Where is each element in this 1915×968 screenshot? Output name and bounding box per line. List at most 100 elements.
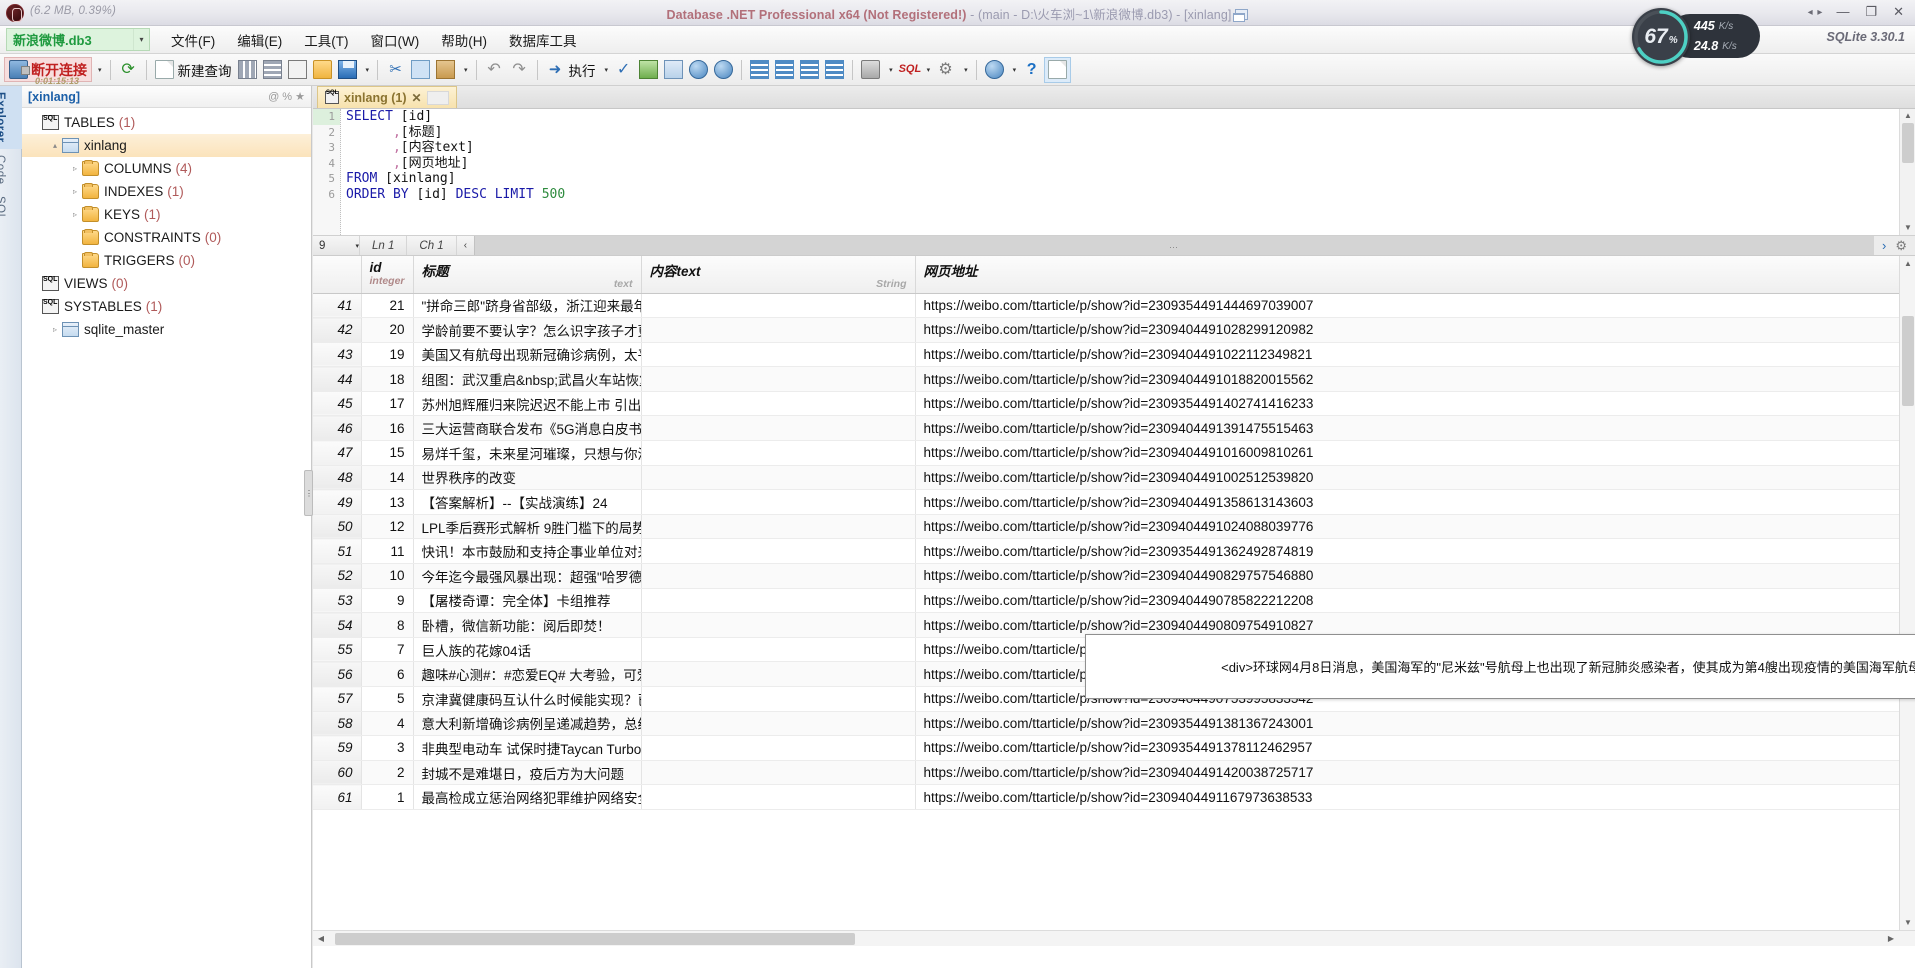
row-number-cell[interactable]: 57 [313, 686, 362, 712]
database-selector[interactable]: 新浪微博.db3 ▾ [6, 28, 150, 51]
cell-title[interactable]: 封城不是难堪日，疫后方为大问题 [413, 760, 642, 786]
tree-node-sqlite-master[interactable]: ▹ sqlite_master [22, 318, 311, 341]
tree-node-tables[interactable]: TABLES(1) [22, 111, 311, 134]
row-number-cell[interactable]: 43 [313, 342, 362, 368]
row-number-cell[interactable]: 55 [313, 637, 362, 663]
paste-dropdown[interactable]: ▾ [458, 57, 471, 83]
cell-url[interactable]: https://weibo.com/ttarticle/p/show?id=23… [915, 563, 1900, 589]
grid-header-title[interactable]: 标题 text [413, 256, 642, 294]
cell-title[interactable]: 苏州旭辉雁归来院迟迟不能上市 引出扑... [413, 391, 642, 417]
grid-header-id[interactable]: id integer [361, 256, 414, 294]
tree-node-views[interactable]: VIEWS(0) [22, 272, 311, 295]
execute-to-text-button[interactable] [686, 57, 711, 83]
cell-id[interactable]: 19 [361, 342, 414, 368]
cell-title[interactable]: 意大利新增确诊病例呈递减趋势，总统马... [413, 711, 642, 737]
check-syntax-button[interactable] [1044, 56, 1072, 83]
table-row[interactable]: 4319美国又有航母出现新冠确诊病例，太平洋... https://weibo.c… [313, 342, 1900, 368]
minimize-button[interactable]: — [1833, 3, 1852, 21]
table-row[interactable]: 4121"拼命三郎"跻身省部级，浙江迎来最年轻... https://weibo.… [313, 293, 1900, 319]
tree-node-triggers[interactable]: TRIGGERS (0) [22, 249, 311, 272]
print-button[interactable] [858, 57, 883, 83]
new-query-button[interactable]: 新建查询 [152, 57, 235, 83]
indent-button[interactable] [797, 57, 822, 83]
menu-edit[interactable]: 编辑(E) [226, 26, 293, 54]
cell-url[interactable]: https://weibo.com/ttarticle/p/show?id=23… [915, 538, 1900, 565]
grid-scroll-up-icon[interactable]: ▲ [1900, 256, 1915, 271]
grid-scroll-right-icon[interactable]: ▶ [1883, 931, 1899, 946]
cell-url[interactable]: https://weibo.com/ttarticle/p/show?id=23… [915, 342, 1900, 368]
cell-content[interactable] [641, 415, 916, 442]
editor-vertical-scrollbar[interactable]: ▲ ▼ [1899, 109, 1915, 235]
cell-title[interactable]: 易烊千玺，未来星河璀璨，只想与你温柔... [413, 440, 642, 466]
cut-button[interactable]: ✂ [383, 57, 408, 83]
cell-id[interactable]: 9 [361, 588, 414, 614]
row-number-cell[interactable]: 60 [313, 760, 362, 786]
execute-to-grid-button[interactable] [661, 57, 686, 83]
row-number-cell[interactable]: 54 [313, 612, 362, 638]
editor-expand-icon[interactable]: › [1882, 238, 1886, 253]
outdent-button[interactable] [822, 57, 847, 83]
grid-hscroll-thumb[interactable] [335, 933, 855, 945]
cell-content[interactable] [641, 760, 916, 786]
execute-button[interactable]: ➜ 执行 [543, 57, 599, 83]
refresh-button[interactable]: ⟳ [116, 57, 141, 83]
row-number-cell[interactable]: 51 [313, 538, 362, 565]
editor-zoom-selector[interactable]: 9 ▾ [313, 240, 359, 252]
cell-url[interactable]: https://weibo.com/ttarticle/p/show?id=23… [915, 760, 1900, 786]
cell-content[interactable] [641, 342, 916, 368]
scroll-up-icon[interactable]: ▲ [1900, 109, 1915, 123]
cell-url[interactable]: https://weibo.com/ttarticle/p/show?id=23… [915, 735, 1900, 761]
table-row[interactable]: 611最高检成立惩治网络犯罪维护网络安全研... https://weibo.co… [313, 784, 1900, 810]
cell-title[interactable]: 组图：武汉重启&nbsp;武昌火车站恢复对... [413, 366, 642, 392]
cell-title[interactable]: 三大运营商联合发布《5G消息白皮书》 [413, 415, 642, 442]
tree-node-constraints[interactable]: CONSTRAINTS (0) [22, 226, 311, 249]
table-row[interactable]: 59 3 非典型电动车 试保时捷Taycan Turbo S https://weib… [313, 735, 1900, 761]
split-columns-button[interactable] [235, 57, 260, 83]
cell-title[interactable]: 最高检成立惩治网络犯罪维护网络安全研... [413, 784, 642, 810]
paste-button[interactable] [433, 57, 458, 83]
row-number-cell[interactable]: 42 [313, 317, 362, 343]
cell-content[interactable] [641, 612, 916, 638]
tree-node-keys[interactable]: ▹ KEYS (1) [22, 203, 311, 226]
performance-widget[interactable]: ▲ 445 K/s ▼ 24.8 K/s 67 % [1632, 8, 1760, 66]
cell-id[interactable]: 16 [361, 415, 414, 442]
cell-content[interactable] [641, 440, 916, 466]
web-help-dropdown[interactable]: ▾ [1007, 57, 1020, 83]
validate-sql-button[interactable]: ✓ [611, 57, 636, 83]
cell-id[interactable]: 15 [361, 440, 414, 466]
table-row[interactable]: 4418组图：武汉重启&nbsp;武昌火车站恢复对... https://weib… [313, 366, 1900, 392]
cell-content[interactable] [641, 514, 916, 540]
row-number-cell[interactable]: 44 [313, 366, 362, 392]
cell-title[interactable]: 美国又有航母出现新冠确诊病例，太平洋... [413, 342, 642, 368]
cell-content[interactable] [641, 588, 916, 614]
cell-title[interactable]: LPL季后赛形式解析 9胜门槛下的局势变化 [413, 514, 642, 540]
cell-id[interactable]: 4 [361, 711, 414, 737]
grid-vertical-scrollbar[interactable]: ▲ ▼ [1899, 256, 1915, 946]
execute-to-file-button[interactable] [711, 57, 736, 83]
save-button[interactable] [335, 57, 360, 83]
row-number-cell[interactable]: 53 [313, 588, 362, 614]
split-rows-button[interactable] [260, 57, 285, 83]
chevron-down-icon[interactable]: ▾ [133, 29, 149, 50]
cell-url[interactable]: https://weibo.com/ttarticle/p/show?id=23… [915, 440, 1900, 466]
scroll-down-icon[interactable]: ▼ [1900, 221, 1915, 235]
cell-url[interactable]: https://weibo.com/ttarticle/p/show?id=23… [915, 391, 1900, 417]
table-row[interactable]: 4220学龄前要不要认字？怎么识字孩子才更有... https://weibo.c… [313, 317, 1900, 343]
grid-header-url[interactable]: 网页地址 [915, 256, 1900, 294]
menu-help[interactable]: 帮助(H) [430, 26, 498, 54]
row-number-cell[interactable]: 56 [313, 661, 362, 687]
cell-title[interactable]: 快讯！本市鼓励和支持企事业单位对来自... [413, 538, 642, 565]
tree-twisty-icon[interactable]: ▹ [68, 210, 82, 219]
grid-view-button[interactable] [285, 57, 310, 83]
row-number-cell[interactable]: 52 [313, 563, 362, 589]
tree-node-columns[interactable]: ▹ COLUMNS (4) [22, 157, 311, 180]
cell-url[interactable]: https://weibo.com/ttarticle/p/show?id=23… [915, 293, 1900, 319]
editor-tab-xinlang[interactable]: xinlang (1) ✕ [317, 86, 457, 108]
cell-url[interactable]: https://weibo.com/ttarticle/p/show?id=23… [915, 366, 1900, 392]
cell-id[interactable]: 5 [361, 686, 414, 712]
cell-url[interactable]: https://weibo.com/ttarticle/p/show?id=23… [915, 711, 1900, 737]
cell-id[interactable]: 7 [361, 637, 414, 663]
print-dropdown[interactable]: ▾ [883, 57, 896, 83]
options-dropdown[interactable]: ▾ [958, 57, 971, 83]
explorer-header-actions[interactable]: @ % ★ [268, 90, 305, 103]
